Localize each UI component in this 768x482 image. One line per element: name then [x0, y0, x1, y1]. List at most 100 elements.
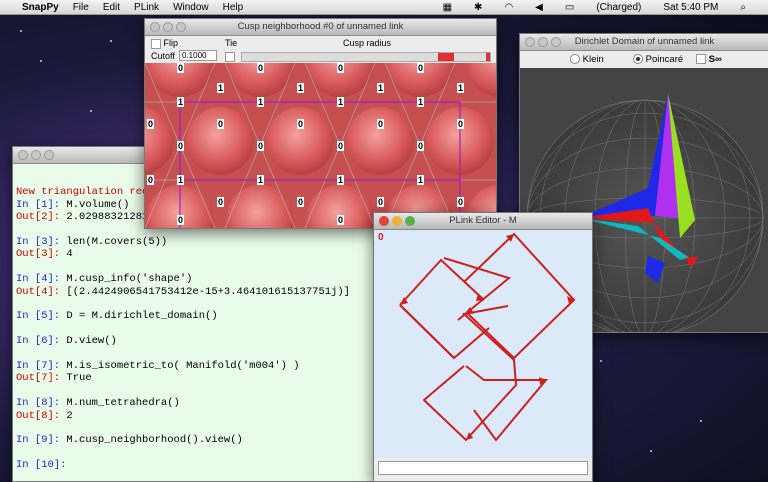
close-button[interactable] [379, 216, 389, 226]
console-line: In [9]: M.cusp_neighborhood().view() [16, 434, 383, 446]
cusp-label: 1 [417, 97, 425, 107]
menu-file[interactable]: File [73, 2, 89, 13]
input-prompt: In [10]: [16, 459, 67, 472]
console-line: Out[3]: 4 [16, 248, 383, 260]
cusp-label: 1 [337, 97, 345, 107]
input-code: M.volume() [60, 198, 130, 211]
console-line: In [8]: M.num_tetrahedra() [16, 397, 383, 409]
close-button[interactable] [150, 22, 160, 32]
menu-edit[interactable]: Edit [103, 2, 120, 13]
menu-window[interactable]: Window [173, 2, 209, 13]
spotlight-icon[interactable]: ⌕ [740, 2, 746, 13]
output-prompt: Out[2]: [16, 211, 61, 224]
input-code: len(M.covers(5)) [60, 236, 168, 249]
minimize-button[interactable] [392, 216, 402, 226]
cusp-label: 0 [377, 119, 385, 129]
cusp-label: 0 [177, 63, 185, 73]
wifi-icon[interactable]: ◠ [504, 2, 513, 13]
cusp-label: 0 [457, 197, 465, 207]
input-code: M.cusp_neighborhood().view() [60, 434, 243, 447]
cusp-label: 1 [457, 83, 465, 93]
cusp-label: 0 [337, 215, 345, 225]
console-prompt-line[interactable]: In [10]: [16, 459, 383, 471]
output-prompt: Out[3]: [16, 248, 61, 261]
cusp-label: 0 [297, 197, 305, 207]
flip-checkbox[interactable] [151, 38, 161, 49]
close-button[interactable] [18, 150, 28, 160]
view-options: Klein Poincaré S∞ [520, 51, 768, 67]
input-code: M.cusp_info('shape') [60, 273, 193, 286]
plink-editor-window: PLink Editor - M 0 [373, 212, 593, 482]
cusp-label: 0 [257, 141, 265, 151]
cusp-controls: Flip Tie Cusp radius Cutoff 0.1000 [145, 36, 496, 64]
zoom-button[interactable] [44, 150, 54, 160]
input-prompt: In [5]: [16, 310, 61, 323]
flip-option[interactable]: Flip [151, 38, 178, 49]
cusp-label: 1 [177, 175, 185, 185]
cusp-label: 0 [177, 215, 185, 225]
star [90, 110, 92, 112]
input-prompt: In [6]: [16, 335, 61, 348]
output-value: 2 [60, 409, 73, 422]
battery-status[interactable]: (Charged) [596, 2, 641, 13]
cusp-title: Cusp neighborhood #0 of unnamed link [237, 21, 404, 32]
cusp-label: 1 [257, 97, 265, 107]
poincare-radio[interactable] [633, 54, 643, 65]
cusp-label: 0 [417, 63, 425, 73]
tie-checkbox[interactable] [225, 52, 235, 62]
plink-title-bar[interactable]: PLink Editor - M [374, 213, 592, 230]
bluetooth-icon[interactable]: ✱ [474, 2, 482, 13]
sinf-option[interactable]: S∞ [696, 54, 722, 65]
battery-icon[interactable]: ▭ [565, 2, 574, 13]
minimize-button[interactable] [31, 150, 41, 160]
console-line: Out[4]: [(2.4424906541753412e-15+3.46410… [16, 286, 383, 298]
plink-canvas[interactable]: 0 [374, 230, 592, 458]
poincare-label: Poincaré [645, 54, 684, 65]
console-line: In [7]: M.is_isometric_to( Manifold('m00… [16, 360, 383, 372]
menu-plink[interactable]: PLink [134, 2, 159, 13]
sinf-checkbox[interactable] [696, 54, 706, 65]
menu-app-name[interactable]: SnapPy [22, 2, 59, 13]
cusp-radius-slider[interactable] [241, 52, 491, 62]
star [40, 60, 42, 62]
zoom-button[interactable] [176, 22, 186, 32]
cusp-label: 1 [177, 97, 185, 107]
output-prompt: Out[4]: [16, 285, 61, 298]
cusp-radius-end [486, 53, 490, 61]
star [600, 360, 602, 362]
klein-radio[interactable] [570, 54, 580, 65]
console-line: In [3]: len(M.covers(5)) [16, 236, 383, 248]
poincare-option[interactable]: Poincaré [633, 54, 683, 65]
cusp-canvas[interactable]: 0 0 0 0 1 1 1 1 1 1 1 1 0 0 0 0 0 0 0 0 … [145, 63, 496, 228]
menu-help[interactable]: Help [223, 2, 244, 13]
cusp-neighborhood-window: Cusp neighborhood #0 of unnamed link Fli… [144, 18, 497, 229]
cusp-label: 0 [147, 119, 155, 129]
output-prompt: Out[7]: [16, 372, 61, 385]
close-button[interactable] [525, 37, 535, 47]
cusp-title-bar[interactable]: Cusp neighborhood #0 of unnamed link [145, 19, 496, 36]
cusp-radius-handle[interactable] [438, 53, 454, 61]
console-line: Out[7]: True [16, 372, 383, 384]
zoom-button[interactable] [405, 216, 415, 226]
volume-icon[interactable]: ◀ [535, 2, 543, 13]
cutoff-label: Cutoff [151, 51, 175, 61]
spaces-icon[interactable]: ▦ [443, 2, 452, 13]
zoom-button[interactable] [551, 37, 561, 47]
tie-label: Tie [225, 38, 238, 48]
input-prompt: In [8]: [16, 397, 61, 410]
input-prompt: In [7]: [16, 360, 61, 373]
console-line: Out[8]: 2 [16, 410, 383, 422]
cutoff-input[interactable]: 0.1000 [179, 50, 217, 61]
dirichlet-title-bar[interactable]: Dirichlet Domain of unnamed link [520, 34, 768, 51]
clock[interactable]: Sat 5:40 PM [663, 2, 718, 13]
minimize-button[interactable] [538, 37, 548, 47]
plink-entry-field[interactable] [378, 461, 588, 475]
output-value: 4 [60, 248, 73, 261]
klein-option[interactable]: Klein [570, 54, 604, 65]
cusp-label: 0 [337, 63, 345, 73]
klein-label: Klein [582, 54, 604, 65]
input-code: M.num_tetrahedra() [60, 397, 180, 410]
input-prompt: In [1]: [16, 198, 61, 211]
cusp-label: 1 [257, 175, 265, 185]
minimize-button[interactable] [163, 22, 173, 32]
